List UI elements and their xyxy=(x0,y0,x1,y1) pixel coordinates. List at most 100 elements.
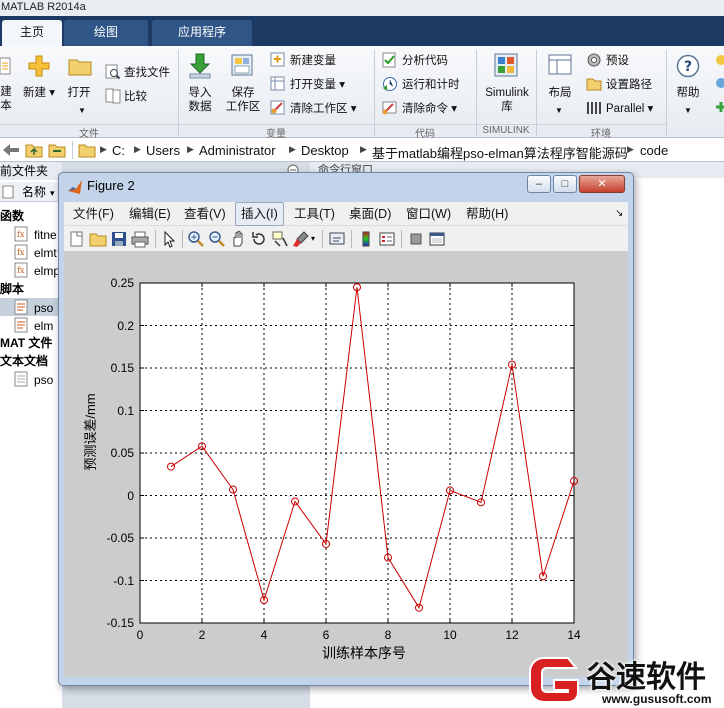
path-segment-desktop[interactable]: Desktop xyxy=(301,143,349,158)
analyze-code-button[interactable]: 分析代码 xyxy=(402,54,448,68)
figure-window: Figure 2 ‒ □ ✕ 文件(F) 编辑(E) 查看(V) 插入(I) 工… xyxy=(58,172,634,686)
menu-dock-arrow-icon[interactable]: ↘ xyxy=(610,202,628,226)
path-segment-code[interactable]: code xyxy=(640,143,668,158)
find-files-button[interactable]: 查找文件 xyxy=(124,66,170,80)
x-tick-label: 6 xyxy=(322,628,330,642)
toolbar-separator xyxy=(182,230,183,248)
file-item[interactable]: elmp xyxy=(34,263,60,279)
sort-arrow-icon[interactable]: ▾ xyxy=(50,185,55,201)
file-item[interactable]: pso xyxy=(34,300,53,316)
minimize-button[interactable]: ‒ xyxy=(527,175,551,193)
layout-button[interactable]: 布局 xyxy=(542,86,578,100)
file-item[interactable]: pso xyxy=(34,372,53,388)
link-plot-icon[interactable] xyxy=(328,230,346,248)
show-plot-tools-icon[interactable] xyxy=(428,230,446,248)
name-column-label[interactable]: 名称 xyxy=(22,184,46,200)
app-title-bar: MATLAB R2014a xyxy=(0,0,724,16)
rotate-3d-icon[interactable] xyxy=(250,230,268,248)
group-scripts[interactable]: 脚本 xyxy=(0,281,24,297)
menu-edit[interactable]: 编辑(E) xyxy=(124,202,176,226)
open-dropdown-arrow[interactable]: ▼ xyxy=(78,104,86,118)
x-tick-label: 2 xyxy=(198,628,206,642)
menu-view[interactable]: 查看(V) xyxy=(179,202,231,226)
help-dropdown-arrow[interactable]: ▼ xyxy=(684,104,692,118)
error-line-chart[interactable] xyxy=(64,252,628,677)
open-variable-button[interactable]: 打开变量 ▾ xyxy=(290,78,345,92)
x-tick-label: 14 xyxy=(567,628,581,642)
path-segment-project[interactable]: 基于matlab编程pso-elman算法程序智能源码 xyxy=(372,143,628,162)
set-path-button[interactable]: 设置路径 xyxy=(606,78,652,92)
pointer-icon[interactable] xyxy=(160,230,178,248)
run-and-time-button[interactable]: 运行和计时 xyxy=(402,78,460,92)
brush-icon[interactable] xyxy=(292,230,310,248)
menu-insert[interactable]: 插入(I) xyxy=(235,202,284,226)
layout-dropdown-arrow[interactable]: ▼ xyxy=(555,104,563,118)
parallel-button[interactable]: Parallel ▾ xyxy=(606,102,653,116)
tab-plots[interactable]: 绘图 xyxy=(64,20,148,46)
back-arrow-icon[interactable] xyxy=(2,143,20,157)
x-axis-label: 训练样本序号 xyxy=(322,645,406,661)
zoom-out-icon[interactable] xyxy=(208,230,226,248)
file-item[interactable]: elmt xyxy=(34,245,57,261)
legend-icon[interactable] xyxy=(378,230,396,248)
new-script-label2: 本 xyxy=(0,100,12,112)
path-segment-c[interactable]: C: xyxy=(112,143,125,158)
menu-help[interactable]: 帮助(H) xyxy=(461,202,513,226)
save-icon[interactable] xyxy=(110,230,128,248)
import-label: 导入 xyxy=(188,87,212,99)
y-tick-label: -0.15 xyxy=(106,616,134,630)
import-data-button[interactable]: 导入 数据 xyxy=(182,86,218,114)
colorbar-icon[interactable] xyxy=(357,230,375,248)
clear-workspace-icon xyxy=(270,100,285,115)
new-variable-button[interactable]: 新建变量 xyxy=(290,54,336,68)
text-file-icon xyxy=(14,371,28,387)
clear-workspace-button[interactable]: 清除工作区 ▾ xyxy=(290,102,356,116)
group-text-docs[interactable]: 文本文档 xyxy=(0,353,48,369)
script-file-icon xyxy=(14,299,28,315)
preferences-button[interactable]: 预设 xyxy=(606,54,629,68)
section-environment: 环境 xyxy=(536,124,666,140)
tab-home[interactable]: 主页 xyxy=(2,20,62,46)
column-header: 名称 ▾ xyxy=(0,182,62,202)
watermark: 谷速软件 www.gususoft.com xyxy=(526,652,724,708)
hide-plot-tools-icon[interactable] xyxy=(407,230,425,248)
path-arrow-icon: ▶ xyxy=(100,144,107,154)
analyze-code-icon xyxy=(382,52,396,68)
help-icon: ? xyxy=(676,54,700,78)
new-script-button[interactable]: 建本 xyxy=(0,85,12,113)
clear-commands-button[interactable]: 清除命令 ▾ xyxy=(402,102,457,116)
group-functions[interactable]: 函数 xyxy=(0,208,24,224)
file-item[interactable]: fitne xyxy=(34,227,57,243)
compare-button[interactable]: 比较 xyxy=(124,90,147,104)
gususoft-logo-icon xyxy=(529,657,579,703)
help-button[interactable]: 帮助 xyxy=(670,86,706,100)
maximize-button[interactable]: □ xyxy=(553,175,577,193)
group-mat-files[interactable]: MAT 文件 xyxy=(0,335,52,351)
open-file-icon[interactable] xyxy=(89,230,107,248)
up-folder-icon[interactable] xyxy=(25,142,43,158)
close-button[interactable]: ✕ xyxy=(579,175,625,193)
new-button[interactable]: 新建 ▾ xyxy=(22,86,56,100)
section-file: 文件 xyxy=(0,124,178,140)
brush-dropdown-icon[interactable]: ▾ xyxy=(311,230,329,248)
data-cursor-icon[interactable] xyxy=(271,230,289,248)
menu-desktop[interactable]: 桌面(D) xyxy=(344,202,396,226)
path-segment-administrator[interactable]: Administrator xyxy=(199,143,276,158)
new-label: 新建 xyxy=(23,87,47,99)
save-workspace-button[interactable]: 保存 工作区 xyxy=(222,86,264,114)
open-button[interactable]: 打开 xyxy=(62,86,96,100)
simulink-library-button[interactable]: Simulink 库 xyxy=(482,86,532,114)
file-item[interactable]: elm xyxy=(34,318,53,334)
print-icon[interactable] xyxy=(131,230,149,248)
menu-window[interactable]: 窗口(W) xyxy=(401,202,456,226)
pan-hand-icon[interactable] xyxy=(229,230,247,248)
browse-folder-icon[interactable] xyxy=(48,142,66,158)
zoom-in-icon[interactable] xyxy=(187,230,205,248)
menu-file[interactable]: 文件(F) xyxy=(68,202,119,226)
path-segment-users[interactable]: Users xyxy=(146,143,180,158)
new-figure-icon[interactable] xyxy=(68,230,86,248)
path-arrow-icon: ▶ xyxy=(187,144,194,154)
clear-commands-icon xyxy=(382,101,397,115)
tab-apps[interactable]: 应用程序 xyxy=(152,20,252,46)
menu-tools[interactable]: 工具(T) xyxy=(289,202,340,226)
